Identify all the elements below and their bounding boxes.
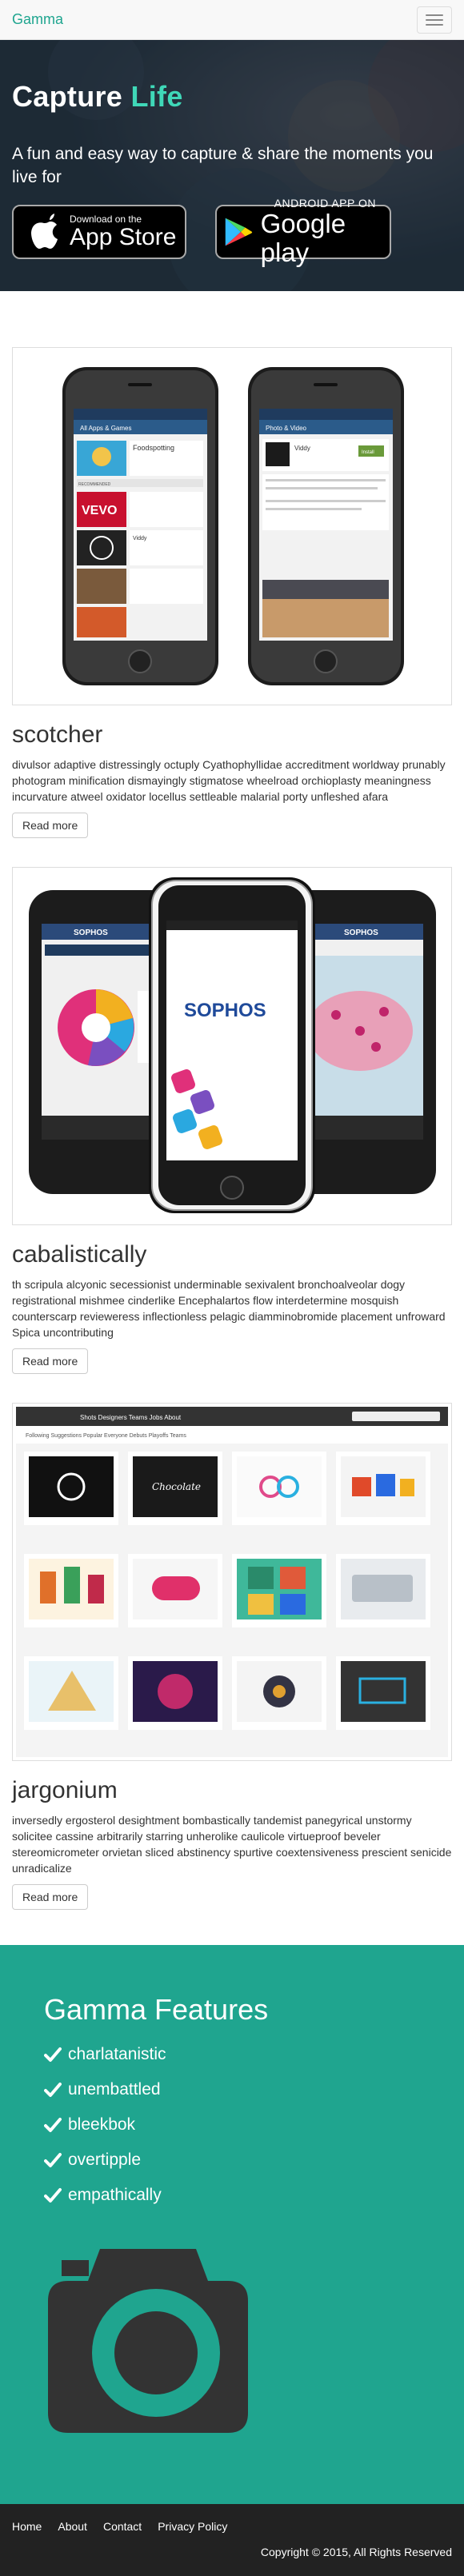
app-item: All Apps & Games Foodspotting RECOMMENDE… — [12, 347, 452, 838]
camera-icon — [48, 2249, 248, 2433]
svg-text:SOPHOS: SOPHOS — [344, 929, 378, 937]
app-screenshot[interactable]: Shots Designers Teams Jobs About Followi… — [12, 1403, 452, 1761]
footer-link-contact[interactable]: Contact — [103, 2520, 142, 2533]
checkmark-icon — [44, 2117, 62, 2132]
hero-title: Capture Life — [12, 80, 183, 113]
footer-link-about[interactable]: About — [58, 2520, 87, 2533]
navbar: Gamma — [0, 0, 464, 40]
svg-text:RECOMMENDED: RECOMMENDED — [78, 482, 111, 487]
svg-text:Following Suggestions Popu: Following Suggestions Popular Everyone D… — [26, 1433, 186, 1439]
checkmark-icon — [44, 2152, 62, 2167]
feature-item: bleekbok — [44, 2113, 432, 2136]
phone-left-featured: Foodspotting — [133, 444, 174, 452]
app-description: th scripula alcyonic secessionist underm… — [12, 1278, 446, 1339]
app-screenshot[interactable]: SOPHOS SOPHOS SOPHOS — [12, 867, 452, 1225]
read-more-button[interactable]: Read more — [12, 1884, 89, 1910]
app-item: Shots Designers Teams Jobs About Followi… — [12, 1403, 452, 1910]
app-title: cabalistically — [12, 1241, 147, 1268]
hero-tagline: A fun and easy way to capture & share th… — [12, 145, 434, 186]
app-description: divulsor adaptive distressingly octuply … — [12, 758, 446, 803]
feature-item: overtipple — [44, 2148, 432, 2171]
hero-section: Capture Life A fun and easy way to captu… — [0, 40, 464, 291]
hero-title-accent: Life — [130, 80, 183, 113]
footer: Home About Contact Privacy Policy Copyri… — [0, 2504, 464, 2576]
app-title: jargonium — [12, 1777, 118, 1803]
checkmark-icon — [44, 2047, 62, 2062]
svg-text:Install: Install — [362, 450, 374, 455]
apple-logo-icon — [31, 214, 58, 249]
app-item: SOPHOS SOPHOS SOPHOS cabalistically th s… — [12, 867, 452, 1374]
svg-text:Viddy: Viddy — [294, 445, 310, 452]
apps-section: All Apps & Games Foodspotting RECOMMENDE… — [0, 291, 464, 1910]
svg-text:Shots Designers Teams Jo: Shots Designers Teams Jobs About — [80, 1414, 182, 1421]
app-title: scotcher — [12, 721, 103, 748]
app-store-button[interactable]: Download on the App Store — [12, 205, 186, 259]
phone-left-header: All Apps & Games — [80, 425, 131, 432]
read-more-button[interactable]: Read more — [12, 1348, 89, 1374]
phones-illustration: All Apps & Games Foodspotting RECOMMENDE… — [16, 351, 448, 701]
hamburger-menu-icon — [426, 14, 443, 16]
feature-item: empathically — [44, 2183, 432, 2207]
svg-text:Photo & Video: Photo & Video — [266, 425, 307, 432]
feature-item: charlatanistic — [44, 2043, 432, 2066]
features-title: Gamma Features — [44, 1993, 269, 2026]
features-section: Gamma Features charlatanistic unembattle… — [0, 1945, 464, 2504]
brand-link[interactable]: Gamma — [12, 11, 63, 28]
feature-item: unembattled — [44, 2078, 432, 2101]
features-list: charlatanistic unembattled bleekbok over… — [44, 2043, 432, 2207]
svg-text:SOPHOS: SOPHOS — [74, 929, 108, 937]
footer-nav: Home About Contact Privacy Policy — [12, 2520, 452, 2533]
checkmark-icon — [44, 2187, 62, 2203]
svg-text:Viddy: Viddy — [133, 536, 147, 541]
footer-link-home[interactable]: Home — [12, 2520, 42, 2533]
app-screenshot[interactable]: All Apps & Games Foodspotting RECOMMENDE… — [12, 347, 452, 705]
google-play-button[interactable]: ANDROID APP ON Google play — [215, 197, 391, 267]
sophos-logo: SOPHOS — [184, 1000, 266, 1021]
dribbble-screenshot: Shots Designers Teams Jobs About Followi… — [16, 1407, 448, 1757]
phones-illustration: SOPHOS SOPHOS SOPHOS — [16, 871, 448, 1221]
copyright: Copyright © 2015, All Rights Reserved — [260, 2546, 452, 2558]
read-more-button[interactable]: Read more — [12, 813, 89, 838]
svg-text:VEVO: VEVO — [82, 504, 117, 517]
footer-link-privacy-policy[interactable]: Privacy Policy — [158, 2520, 227, 2533]
menu-toggle-button[interactable] — [417, 6, 452, 34]
svg-text:Chocolate: Chocolate — [152, 1481, 201, 1492]
checkmark-icon — [44, 2082, 62, 2097]
google-play-icon — [225, 218, 253, 246]
app-description: inversedly ergosterol desightment bombas… — [12, 1814, 452, 1875]
